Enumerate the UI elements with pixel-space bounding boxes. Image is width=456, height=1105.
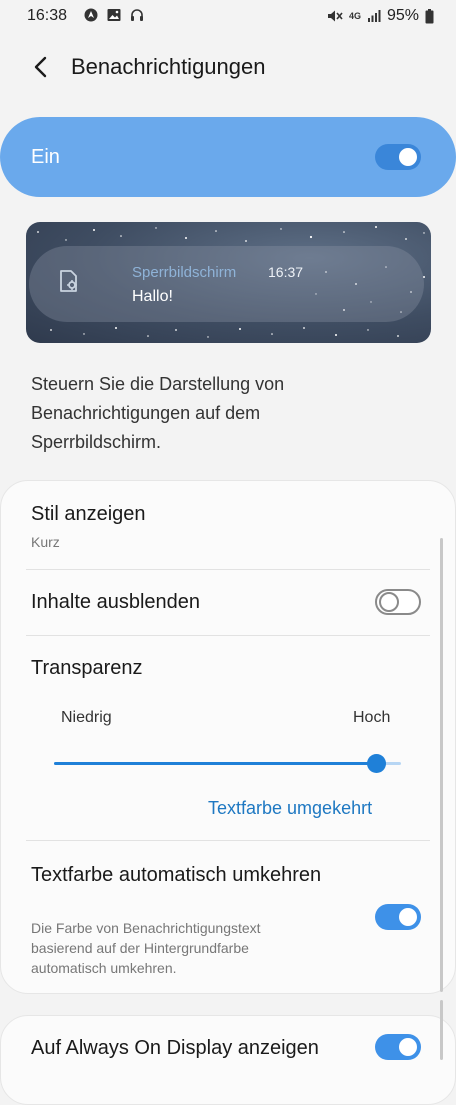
battery-percent: 95% [386,7,419,24]
navigation-icon [84,8,98,22]
status-bar: 16:38 4G 95% [0,0,456,32]
settings-document-icon [60,270,77,292]
aod-title: Auf Always On Display anzeigen [31,1037,319,1059]
back-button[interactable] [26,52,56,82]
aod-toggle[interactable] [375,1034,421,1060]
network-4g-icon: 4G [348,10,361,21]
style-setting-row[interactable] [0,490,440,568]
image-icon [107,9,121,21]
inverted-text-color-link[interactable]: Textfarbe umgekehrt [208,798,372,819]
transparency-low-label: Niedrig [61,709,112,726]
scrollbar[interactable] [440,1000,443,1060]
hide-content-title: Inhalte ausblenden [31,591,201,613]
status-time: 16:38 [27,7,68,24]
divider [26,635,430,636]
auto-invert-title: Textfarbe automatisch umkehren [31,864,322,886]
transparency-high-label: Hoch [353,709,391,726]
lockscreen-preview: Sperrbildschirm 16:37 Hallo! [26,222,431,343]
scrollbar[interactable] [440,538,443,992]
divider [26,569,430,570]
divider [26,840,430,841]
status-right: 4G 95% [327,7,434,25]
chevron-left-icon [34,56,47,78]
headphones-icon [131,9,143,21]
preview-time: 16:37 [268,264,304,280]
signal-icon [367,10,381,22]
style-setting-value: Kurz [31,534,60,550]
preview-message: Hallo! [132,288,173,305]
mute-vibrate-icon [327,10,343,22]
lockscreen-description: Steuern Sie die Darstellung von Benachri… [31,374,285,452]
hide-content-toggle[interactable] [375,589,421,615]
auto-invert-description: Die Farbe von Benachrichtigungstext basi… [31,920,261,976]
auto-invert-toggle[interactable] [375,904,421,930]
style-setting-title: Stil anzeigen [31,503,146,525]
battery-icon [425,8,434,23]
transparency-title: Transparenz [31,657,143,679]
master-switch-label: Ein [31,146,60,168]
aod-card[interactable] [0,1015,456,1105]
notification-preview-pill [29,246,424,322]
transparency-slider-fill [54,762,377,765]
page-title: Benachrichtigungen [71,54,266,79]
preview-app-name: Sperrbildschirm [132,264,237,281]
master-switch-bar[interactable]: Ein [0,117,456,197]
master-toggle[interactable] [375,144,421,170]
